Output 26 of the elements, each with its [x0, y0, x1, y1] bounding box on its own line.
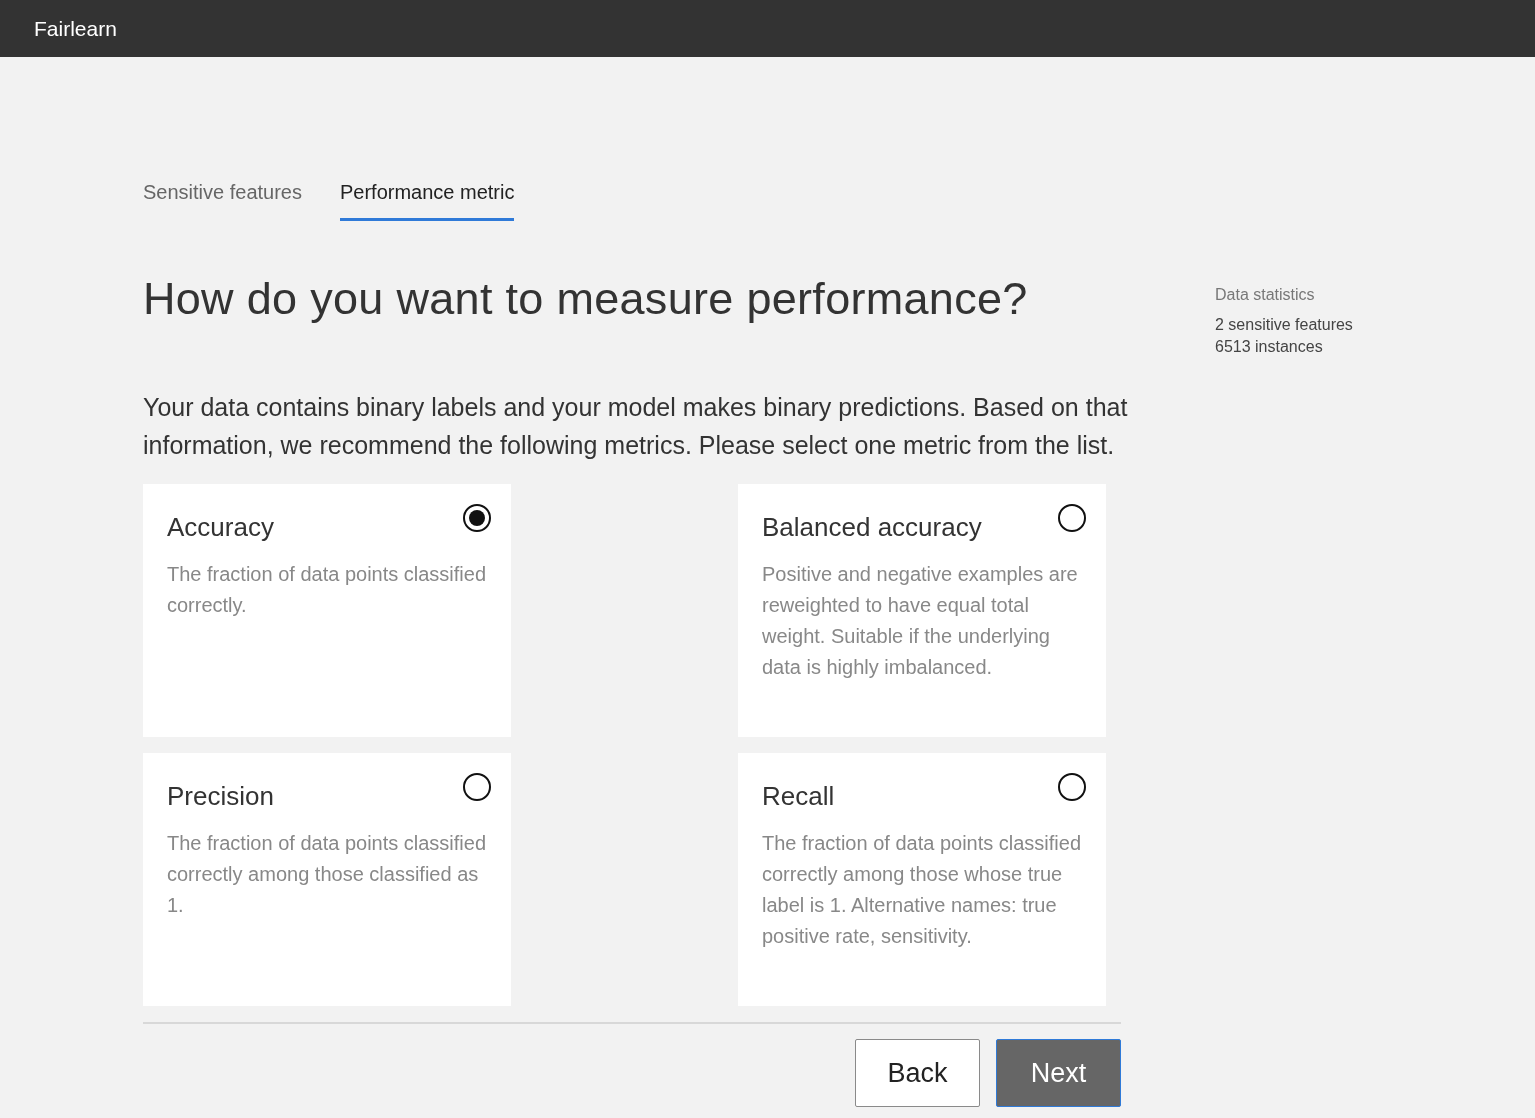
- radio-button[interactable]: [463, 773, 491, 801]
- tab[interactable]: Performance metric: [340, 181, 515, 221]
- description-text: Your data contains binary labels and your model makes binary predictions. Based on that information, we recommend the following metrics. Please select one metric from the list.: [143, 392, 1129, 461]
- metric-card[interactable]: Accuracy The fraction of data points classified correctly.: [143, 484, 511, 737]
- metric-title: Accuracy: [167, 512, 274, 543]
- metric-description: Positive and negative examples are reweighted to have equal total weight. Suitable if the underlying data is highly imbalanced.: [762, 562, 1079, 680]
- radio-button[interactable]: [1058, 773, 1086, 801]
- page-heading: How do you want to measure performance?: [143, 273, 1029, 325]
- stat-text: 2 sensitive features: [1215, 316, 1353, 334]
- metric-card[interactable]: Precision The fraction of data points classified correctly among those classified as 1.: [143, 753, 511, 1006]
- metric-description: The fraction of data points classified correctly among those whose true label is 1. Alternative names: true positive rate, sensitivity.: [762, 831, 1083, 949]
- radio-button[interactable]: [1058, 504, 1086, 532]
- tab[interactable]: Sensitive features: [143, 181, 302, 221]
- metric-title: Precision: [167, 781, 274, 812]
- metric-title: Recall: [762, 781, 835, 812]
- back-button[interactable]: Back: [855, 1039, 980, 1107]
- next-button[interactable]: Next: [996, 1039, 1121, 1107]
- stat-text: 6513 instances: [1215, 338, 1324, 356]
- app-title: Fairlearn: [34, 16, 117, 41]
- radio-button[interactable]: [463, 504, 491, 532]
- metric-description: The fraction of data points classified correctly.: [167, 562, 488, 618]
- metric-description: The fraction of data points classified correctly among those classified as 1.: [167, 831, 488, 918]
- metric-card[interactable]: Recall The fraction of data points classified correctly among those whose true label is 1. Alternative names: true positive rate, sensitivity.: [738, 753, 1106, 1006]
- metric-card[interactable]: Balanced accuracy Positive and negative examples are reweighted to have equal total weight. Suitable if the underlying data is highly imbalanced.: [738, 484, 1106, 737]
- metric-title: Balanced accuracy: [762, 512, 982, 543]
- stats-title: Data statistics: [1215, 286, 1316, 304]
